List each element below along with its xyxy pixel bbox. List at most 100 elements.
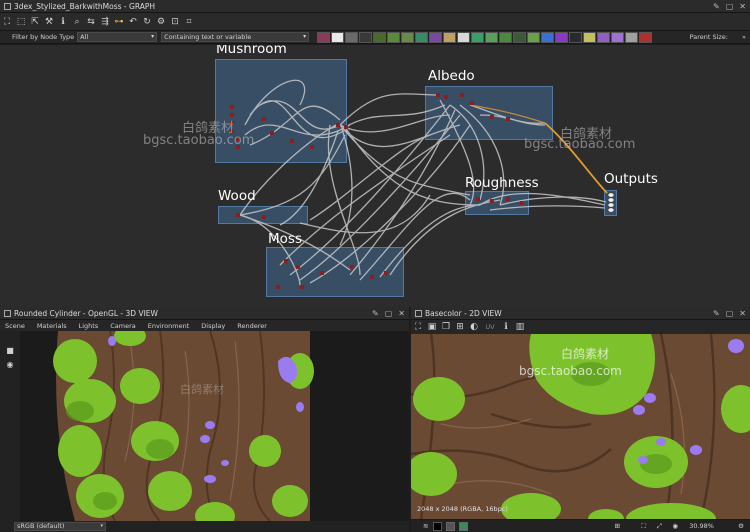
select-icon[interactable]: ⬚ — [14, 15, 28, 28]
expand-icon[interactable]: ▢ — [726, 2, 734, 11]
random-node-icon[interactable] — [359, 31, 373, 43]
export-icon[interactable]: ⊡ — [168, 15, 182, 28]
fit-view-icon[interactable]: ⛶ — [641, 522, 646, 531]
tile-icon[interactable]: ⊞ — [453, 321, 467, 334]
colorspace-select[interactable]: sRGB (default) ▾ — [14, 522, 106, 531]
align-icon[interactable]: ⇱ — [28, 15, 42, 28]
view-2d-icon — [415, 309, 422, 317]
pin-icon[interactable]: ✎ — [713, 2, 720, 11]
text-filter-input[interactable]: Containing text or variable ▾ — [161, 32, 310, 42]
graph-canvas[interactable]: Mushroom Albedo Wood Moss Roughness Outp… — [0, 45, 750, 307]
viewport-2d[interactable]: 白鸽素材 bgsc.taobao.com — [411, 334, 750, 519]
close-icon[interactable]: ✕ — [739, 309, 746, 318]
tools-icon[interactable]: ⚒ — [42, 15, 56, 28]
menu-camera[interactable]: Camera — [110, 322, 136, 330]
menu-lights[interactable]: Lights — [79, 322, 99, 330]
frame-all-icon[interactable]: ⛶ — [0, 15, 14, 28]
menu-display[interactable]: Display — [201, 322, 225, 330]
close-icon[interactable]: ✕ — [739, 2, 746, 11]
blur-node-icon[interactable] — [513, 31, 527, 43]
filter-node-icon[interactable] — [527, 31, 541, 43]
graph-panel-title: 3dex_Stylized_BarkwithMoss - GRAPH — [14, 1, 156, 11]
checker-bg-icon[interactable] — [459, 521, 469, 531]
view-3d-side-tools: ■ ◉ — [0, 331, 20, 521]
fullscreen-icon[interactable]: ⤢ — [657, 522, 662, 531]
view-3d-menu: Scene Materials Lights Camera Environmen… — [0, 320, 409, 331]
camera-icon[interactable]: ■ — [0, 343, 20, 357]
uv-node-icon[interactable] — [569, 31, 583, 43]
settings-icon[interactable]: ⚙ — [738, 522, 744, 530]
noise-node-icon[interactable] — [443, 31, 457, 43]
save-icon[interactable]: ▣ — [425, 321, 439, 334]
frame-label-mushroom: Mushroom — [216, 45, 287, 57]
menu-environment[interactable]: Environment — [148, 322, 190, 330]
chevron-down-icon: ▾ — [151, 33, 155, 40]
viewport-3d[interactable]: 白鸽素材 — [20, 331, 409, 521]
view-3d-panel: Rounded Cylinder - OpenGL - 3D VIEW ✎ ▢ … — [0, 307, 409, 532]
view-3d-icon — [4, 309, 11, 317]
zoom-level: 30.98% — [689, 522, 714, 530]
search-icon[interactable]: ⌕ — [70, 15, 84, 28]
pin-icon[interactable]: ✎ — [372, 309, 379, 318]
view-2d-title: Basecolor - 2D VIEW — [425, 308, 502, 318]
warp-node-icon[interactable] — [499, 31, 513, 43]
view-3d-title-bar: Rounded Cylinder - OpenGL - 3D VIEW ✎ ▢ … — [0, 307, 409, 320]
copy-icon[interactable]: ❐ — [439, 321, 453, 334]
blend-node-icon[interactable] — [387, 31, 401, 43]
chevron-down-icon: ▾ — [303, 33, 307, 40]
filter-bar: Filter by Node Type All ▾ Containing text… — [0, 31, 750, 44]
close-icon[interactable]: ✕ — [398, 309, 405, 318]
expand-icon[interactable]: ▢ — [726, 309, 734, 318]
output-node-icon[interactable] — [639, 31, 653, 43]
gradient-node-icon[interactable] — [415, 31, 429, 43]
split-icon[interactable]: ⇶ — [98, 15, 112, 28]
black-bg-icon[interactable] — [433, 521, 443, 531]
histogram-icon[interactable]: ▥ — [513, 321, 527, 334]
expand-icon[interactable]: ▢ — [385, 309, 393, 318]
connect-icon[interactable]: ⇆ — [84, 15, 98, 28]
material-node-icon[interactable] — [555, 31, 569, 43]
zoom-icon[interactable]: ◉ — [672, 522, 678, 530]
settings-icon[interactable]: ⚙ — [154, 15, 168, 28]
frame-label-wood: Wood — [218, 188, 256, 204]
hsl-node-icon[interactable] — [471, 31, 485, 43]
uv-toggle[interactable]: UV — [481, 321, 499, 334]
grid-node-icon[interactable] — [457, 31, 471, 43]
menu-renderer[interactable]: Renderer — [237, 322, 267, 330]
node-type-select[interactable]: All ▾ — [77, 32, 158, 42]
frame-label-outputs: Outputs — [604, 171, 658, 187]
levels-node-icon[interactable] — [485, 31, 499, 43]
shape-node-icon[interactable] — [429, 31, 443, 43]
info-icon[interactable]: ℹ — [56, 15, 70, 28]
svg-node-icon[interactable] — [331, 31, 345, 43]
parent-size-label: Parent Size: — [689, 33, 728, 41]
normal-node-icon[interactable] — [541, 31, 555, 43]
graph-icon — [4, 2, 11, 10]
undo-icon[interactable]: ↶ — [126, 15, 140, 28]
pattern-node-icon[interactable] — [597, 31, 611, 43]
info-icon[interactable]: ℹ — [499, 321, 513, 334]
mesh-node-icon[interactable] — [583, 31, 597, 43]
refresh-icon[interactable]: ↻ — [140, 15, 154, 28]
menu-materials[interactable]: Materials — [37, 322, 67, 330]
light-bulb-icon[interactable]: ◉ — [0, 357, 20, 371]
image-node-icon[interactable] — [317, 31, 331, 43]
tile-node-icon[interactable] — [625, 31, 639, 43]
pin-icon[interactable]: ✎ — [713, 309, 720, 318]
resolution-info: 2048 x 2048 (RGBA, 16bpc) — [417, 505, 508, 513]
view-3d-bottom-bar: sRGB (default) ▾ — [0, 521, 409, 532]
parent-size-menu-button[interactable]: » — [742, 33, 746, 41]
curve-node-icon[interactable] — [373, 31, 387, 43]
transform-node-icon[interactable] — [401, 31, 415, 43]
gray-bg-icon[interactable] — [446, 521, 456, 531]
link-icon[interactable]: ⊶ — [112, 15, 126, 28]
font-node-icon[interactable] — [611, 31, 625, 43]
channels-icon[interactable]: ◐ — [467, 321, 481, 334]
fit-icon[interactable]: ⛶ — [411, 321, 425, 334]
view-2d-toolbar: ⛶ ▣ ❐ ⊞ ◐ UV ℹ ▥ — [411, 320, 750, 334]
menu-scene[interactable]: Scene — [5, 322, 25, 330]
layers-icon[interactable]: ≋ — [423, 522, 428, 530]
text-node-icon[interactable] — [345, 31, 359, 43]
grid-icon[interactable]: ⊞ — [615, 522, 620, 530]
crop-icon[interactable]: ⌗ — [182, 15, 196, 28]
